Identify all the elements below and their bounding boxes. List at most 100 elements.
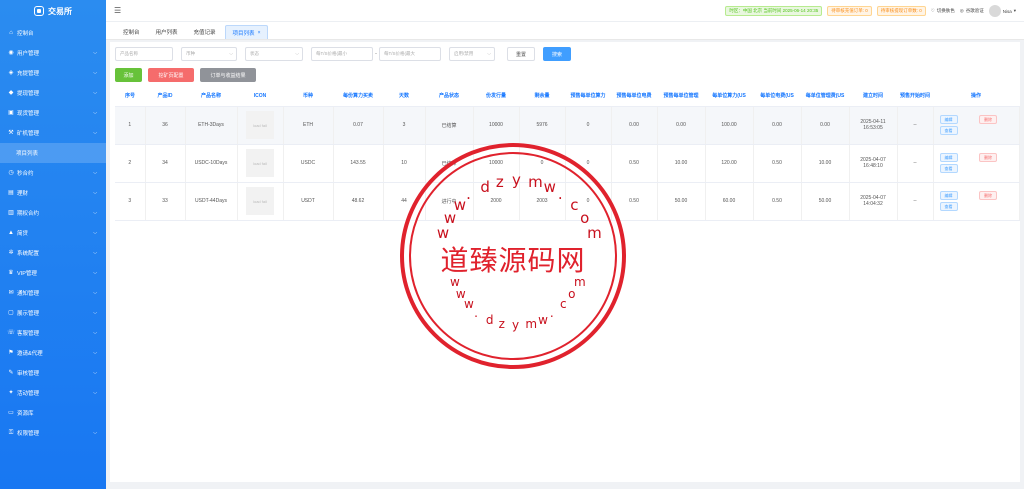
filter-bar: 产品名称 币种 ⌵ 状态 ⌵ 每T/S价格(最小 - 每T/S价格(最大 启用/禁用… bbox=[115, 47, 571, 61]
sidebar-item-label: 提现管理 bbox=[17, 91, 40, 97]
orders-results-button[interactable]: 订单与收益结果 bbox=[200, 68, 256, 82]
sidebar-item-20[interactable]: ⚿ 权限管理 ⌵ bbox=[0, 423, 106, 443]
shirt-icon: ♡ bbox=[930, 8, 935, 13]
actions-cell: 编辑查看 删除 bbox=[933, 182, 1020, 221]
sidebar-item-12[interactable]: ♛ VIP管理 ⌵ bbox=[0, 263, 106, 283]
cell-status: 已结算 bbox=[425, 106, 474, 145]
min-price-input[interactable]: 每T/S价格(最小 bbox=[311, 47, 373, 61]
sidebar-item-7[interactable]: ◷ 秒合约 ⌵ bbox=[0, 163, 106, 183]
cell-pre_power: 0 bbox=[565, 144, 612, 183]
sidebar-item-19[interactable]: ▭ 资源库 bbox=[0, 403, 106, 423]
sidebar-item-label: 审核管理 bbox=[17, 371, 40, 377]
cell-issue: 10000 bbox=[473, 106, 520, 145]
table-row: 3 33 USDT-44Days load fail USDT 48.62 44 进行中 200… bbox=[115, 182, 1020, 221]
sidebar-item-label: 现货管理 bbox=[17, 111, 40, 117]
cell-power: 143.55 bbox=[333, 144, 384, 183]
currency-select[interactable]: 币种 ⌵ bbox=[181, 47, 237, 61]
mining-config-button[interactable]: 挖矿页配置 bbox=[148, 68, 194, 82]
sidebar-item-label: 项目列表 bbox=[16, 151, 39, 157]
page-tabs: 控制台 用户列表 充值记录 项目列表 × bbox=[106, 22, 1024, 40]
cell-pre_power: 0 bbox=[565, 182, 612, 221]
cell-pre_mgmt: 0.00 bbox=[657, 106, 706, 145]
logo[interactable]: 交易所 bbox=[0, 0, 106, 22]
user-menu[interactable]: Nisa ▾ bbox=[988, 5, 1016, 17]
column-header: 每份算力买卖 bbox=[333, 86, 383, 107]
column-header: 每单位管理费(US bbox=[801, 86, 849, 107]
tab-label: 项目列表 bbox=[232, 30, 255, 37]
column-header: 操作 bbox=[933, 86, 1019, 107]
main-panel: 产品名称 币种 ⌵ 状态 ⌵ 每T/S价格(最小 - 每T/S价格(最大 启用/禁用… bbox=[110, 42, 1020, 482]
sidebar-item-16[interactable]: ⚑ 邀请&代理 ⌵ bbox=[0, 343, 106, 363]
sidebar-item-17[interactable]: ✎ 审核管理 ⌵ bbox=[0, 363, 106, 383]
column-header: 份发行量 bbox=[473, 86, 519, 107]
chevron-down-icon: ⌵ bbox=[93, 130, 97, 136]
reset-button[interactable]: 重置 bbox=[507, 47, 535, 61]
tab-3[interactable]: 项目列表 × bbox=[224, 25, 269, 39]
delete-button[interactable]: 删除 bbox=[979, 191, 997, 200]
cell-coin: USDC bbox=[283, 144, 334, 183]
close-icon[interactable]: × bbox=[258, 30, 261, 36]
column-header: 每单位电费(US bbox=[753, 86, 801, 107]
sidebar-item-label: 邀请&代理 bbox=[17, 351, 43, 357]
view-button[interactable]: 查看 bbox=[939, 164, 958, 173]
theme-toggle[interactable]: ♡ 切换肤色 bbox=[931, 8, 955, 14]
search-button[interactable]: 搜索 bbox=[543, 47, 571, 61]
view-button[interactable]: 查看 bbox=[939, 126, 958, 135]
product-image: load fail bbox=[246, 111, 274, 139]
menu-toggle-icon[interactable]: ☰ bbox=[114, 6, 121, 15]
tab-0[interactable]: 控制台 bbox=[116, 25, 147, 39]
topbar-right: 时区：中国 北京 当前时间 2025-06-14 20:35 待审核充值订单: … bbox=[725, 0, 1016, 22]
pending-deposit-badge[interactable]: 待审核充值订单: 0 bbox=[827, 6, 872, 16]
delete-button[interactable]: 删除 bbox=[979, 115, 997, 124]
sidebar-item-15[interactable]: ☏ 客服管理 ⌵ bbox=[0, 323, 106, 343]
sidebar-item-1[interactable]: ◉ 用户管理 ⌵ bbox=[0, 43, 106, 63]
product-name-input[interactable]: 产品名称 bbox=[115, 47, 173, 61]
logo-icon bbox=[34, 6, 44, 16]
tab-1[interactable]: 用户列表 bbox=[149, 25, 185, 39]
table-row: 1 36 ETH-3Days load fail ETH 0.07 3 已结算 10000 597… bbox=[115, 106, 1020, 145]
sidebar-item-5[interactable]: ⚒ 矿机管理 ⌵ bbox=[0, 123, 106, 143]
sidebar-item-10[interactable]: ▲ 简贷 ⌵ bbox=[0, 223, 106, 243]
cell-coin: ETH bbox=[283, 106, 334, 145]
tab-2[interactable]: 充值记录 bbox=[187, 25, 223, 39]
edit-button[interactable]: 编辑 bbox=[939, 191, 958, 200]
action-bar: 添加 挖矿页配置 订单与收益结果 bbox=[115, 68, 256, 82]
sidebar-item-label: 展示管理 bbox=[17, 311, 40, 317]
google-verify[interactable]: ◎ 谷歌验证 bbox=[960, 8, 984, 14]
edit-button[interactable]: 编辑 bbox=[939, 115, 958, 124]
edit-button[interactable]: 编辑 bbox=[939, 153, 958, 162]
chevron-down-icon: ⌵ bbox=[93, 230, 97, 236]
sidebar-item-11[interactable]: ✲ 系统配置 ⌵ bbox=[0, 243, 106, 263]
sidebar-item-6[interactable]: 项目列表 bbox=[0, 143, 106, 163]
spot-icon: ▣ bbox=[8, 110, 14, 116]
sidebar-item-2[interactable]: ◈ 充提管理 ⌵ bbox=[0, 63, 106, 83]
max-price-input[interactable]: 每T/S价格(最大 bbox=[379, 47, 441, 61]
sidebar-item-9[interactable]: ▥ 期权合约 ⌵ bbox=[0, 203, 106, 223]
chevron-down-icon: ⌵ bbox=[93, 50, 97, 56]
delete-button[interactable]: 删除 bbox=[979, 153, 997, 162]
icon-cell: load fail bbox=[237, 106, 284, 145]
price-range: 每T/S价格(最小 - 每T/S价格(最大 bbox=[311, 47, 441, 61]
add-button[interactable]: 添加 bbox=[115, 68, 142, 82]
sidebar-item-18[interactable]: ✦ 活动管理 ⌵ bbox=[0, 383, 106, 403]
sidebar-item-4[interactable]: ▣ 现货管理 ⌵ bbox=[0, 103, 106, 123]
column-header: 产品状态 bbox=[425, 86, 473, 107]
cell-id: 36 bbox=[145, 106, 186, 145]
cell-unit_power: 120.00 bbox=[705, 144, 754, 183]
view-button[interactable]: 查看 bbox=[939, 202, 958, 211]
product-image: load fail bbox=[246, 187, 274, 215]
sidebar-item-14[interactable]: ▢ 展示管理 ⌵ bbox=[0, 303, 106, 323]
enabled-select[interactable]: 启用/禁用 ⌵ bbox=[449, 47, 495, 61]
clock-icon: ◷ bbox=[8, 170, 14, 176]
status-select[interactable]: 状态 ⌵ bbox=[245, 47, 303, 61]
pending-withdraw-badge[interactable]: 待审核提现订单数: 0 bbox=[876, 6, 926, 16]
sidebar-item-8[interactable]: ▤ 理财 ⌵ bbox=[0, 183, 106, 203]
sidebar-item-13[interactable]: ✉ 通知管理 ⌵ bbox=[0, 283, 106, 303]
cell-days: 3 bbox=[383, 106, 426, 145]
cell-presale: -- bbox=[897, 182, 934, 221]
user-icon: ◉ bbox=[8, 50, 14, 56]
sidebar-item-0[interactable]: ⌂ 控制台 bbox=[0, 23, 106, 43]
chevron-down-icon: ⌵ bbox=[93, 390, 97, 396]
sidebar-item-3[interactable]: ◆ 提现管理 ⌵ bbox=[0, 83, 106, 103]
sidebar-menu: ⌂ 控制台 ◉ 用户管理 ⌵ ◈ 充提管理 ⌵ ◆ 提现管理 ⌵ ▣ 现货管理 ⌵ ⚒ 矿机管理 ⌵ 项目列表 ◷ 秒… bbox=[0, 23, 106, 443]
